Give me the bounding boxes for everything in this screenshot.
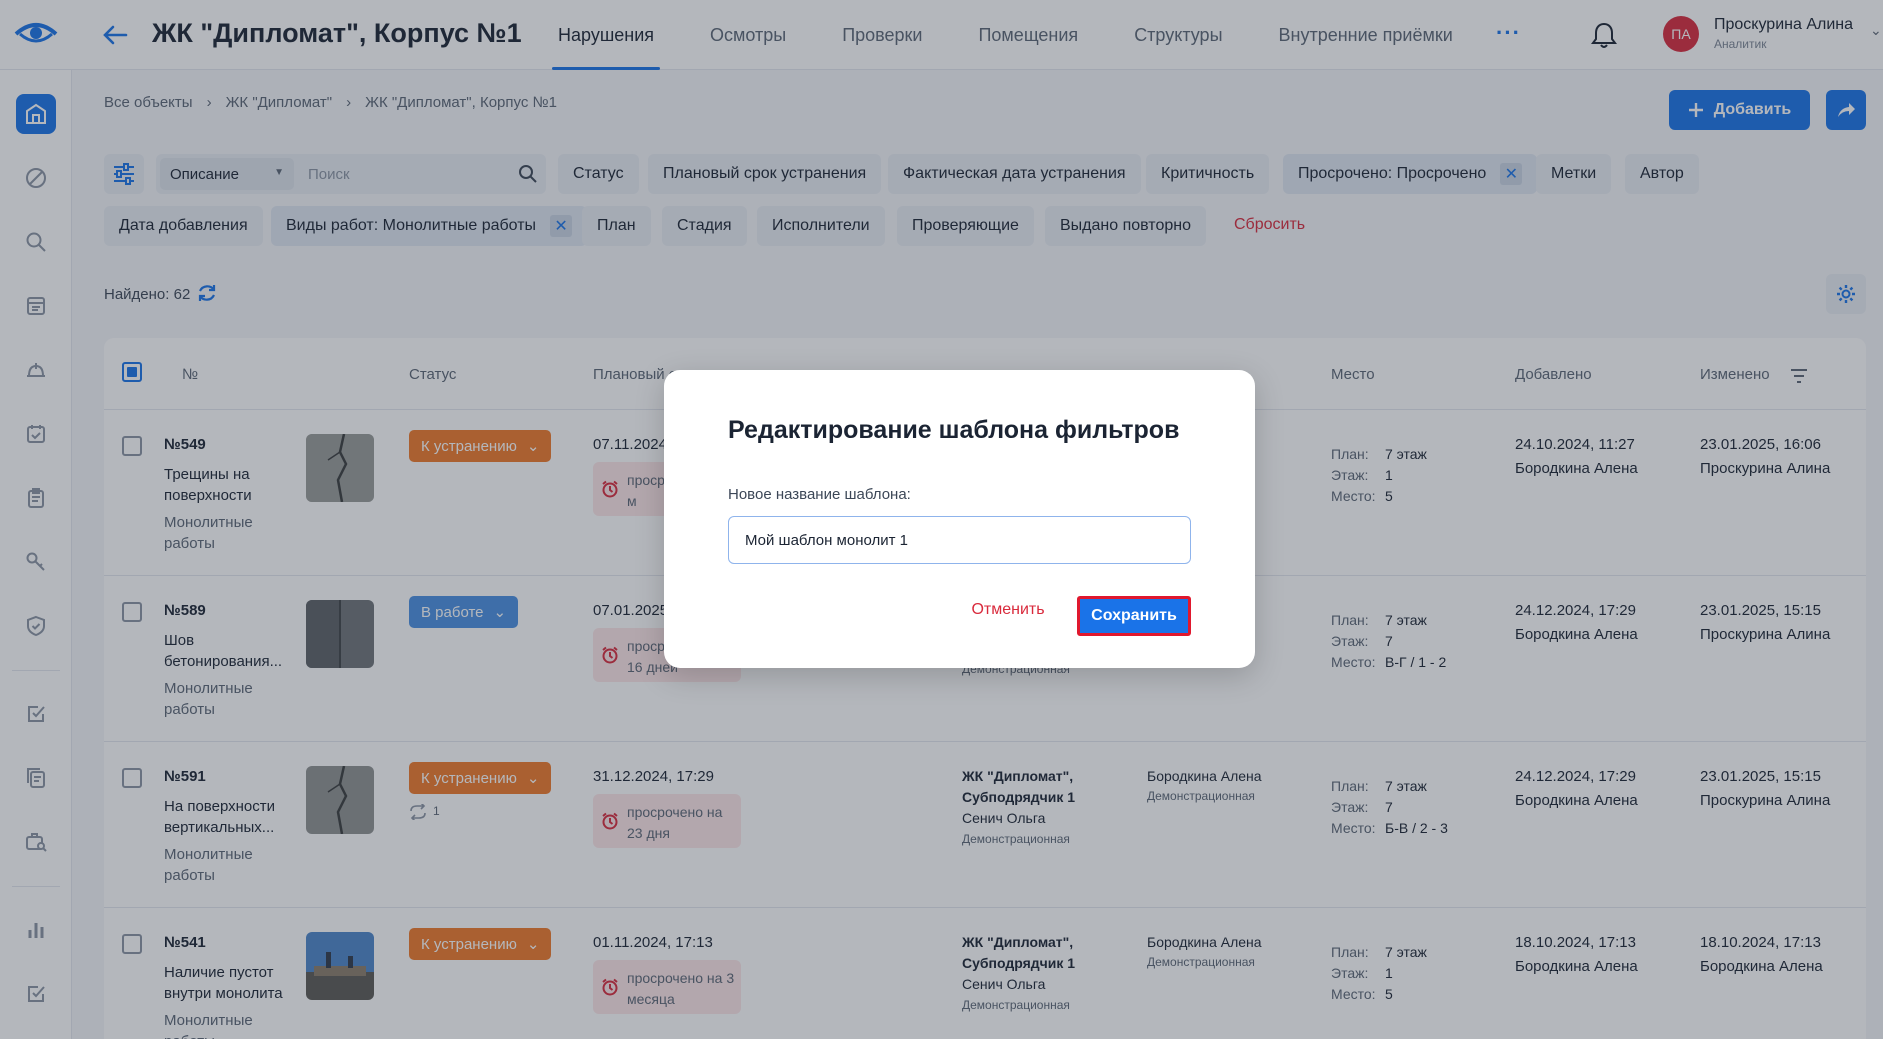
cancel-button[interactable]: Отменить (948, 590, 1068, 630)
dialog-title: Редактирование шаблона фильтров (728, 416, 1180, 444)
template-name-label: Новое название шаблона: (728, 486, 911, 503)
edit-filter-template-dialog: Редактирование шаблона фильтров Новое на… (664, 370, 1255, 668)
template-name-input[interactable] (728, 516, 1191, 564)
save-button[interactable]: Сохранить (1077, 596, 1191, 636)
